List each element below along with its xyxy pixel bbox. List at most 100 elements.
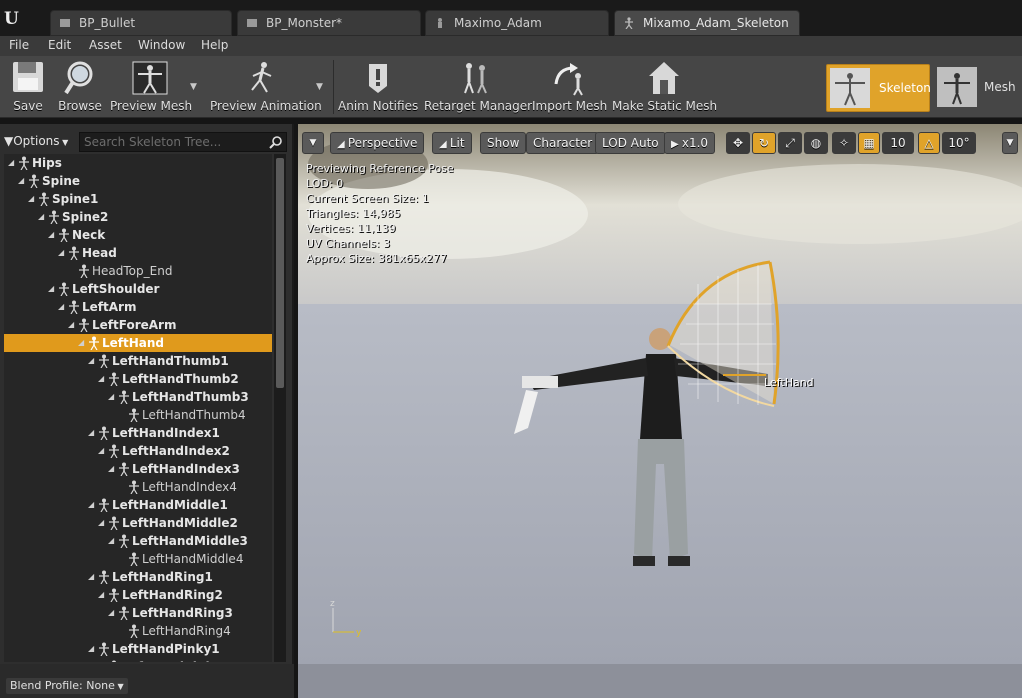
skeleton-tree-footer: Blend Profile: None ▼: [0, 664, 294, 698]
expand-arrow-icon[interactable]: ◢: [38, 208, 44, 226]
rotation-snap-value[interactable]: 10°: [942, 132, 976, 154]
tree-row[interactable]: ◢ LeftHandRing3: [4, 604, 272, 622]
viewport-options-button[interactable]: ▼: [302, 132, 324, 154]
expand-arrow-icon[interactable]: ◢: [98, 370, 104, 388]
tree-row[interactable]: ◢ LeftForeArm: [4, 316, 272, 334]
tree-row[interactable]: ◢ Spine1: [4, 190, 272, 208]
expand-arrow-icon[interactable]: ◢: [88, 640, 94, 658]
expand-arrow-icon[interactable]: ◢: [58, 298, 64, 316]
expand-arrow-icon[interactable]: ◢: [98, 442, 104, 460]
tree-row[interactable]: LeftHandRing4: [4, 622, 272, 640]
tree-row[interactable]: ◢ LeftHandMiddle3: [4, 532, 272, 550]
tree-row[interactable]: ◢ LeftHandMiddle1: [4, 496, 272, 514]
tab-mixamo-adam-skeleton[interactable]: Mixamo_Adam_Skeleton: [614, 10, 800, 36]
tree-row[interactable]: ◢ LeftHandThumb2: [4, 370, 272, 388]
expand-arrow-icon[interactable]: ◢: [108, 388, 114, 406]
tree-row[interactable]: ◢ Spine2: [4, 208, 272, 226]
expand-arrow-icon[interactable]: ◢: [18, 172, 24, 190]
world-local-button[interactable]: ◍: [804, 132, 828, 154]
expand-arrow-icon[interactable]: ◢: [98, 658, 104, 662]
tree-row[interactable]: ◢ LeftHandIndex3: [4, 460, 272, 478]
tree-row[interactable]: ◢ LeftHandIndex1: [4, 424, 272, 442]
make-static-mesh-button[interactable]: Make Static Mesh: [612, 56, 717, 118]
tree-row[interactable]: ◢ LeftHandMiddle2: [4, 514, 272, 532]
expand-arrow-icon[interactable]: ◢: [58, 244, 64, 262]
preview-animation-button[interactable]: Preview Animation: [210, 56, 322, 118]
tree-row[interactable]: ◢ LeftHandIndex2: [4, 442, 272, 460]
show-button[interactable]: Show: [480, 132, 527, 154]
expand-arrow-icon[interactable]: ◢: [78, 334, 84, 352]
tree-row[interactable]: ◢ LeftArm: [4, 298, 272, 316]
tree-row[interactable]: ◢ LeftShoulder: [4, 280, 272, 298]
options-button[interactable]: ▼Options ▼: [4, 134, 68, 148]
grid-snap-toggle[interactable]: ▦: [858, 132, 880, 154]
tree-row[interactable]: ◢ LeftHand: [4, 334, 272, 352]
expand-arrow-icon[interactable]: ◢: [108, 604, 114, 622]
expand-arrow-icon[interactable]: ◢: [98, 514, 104, 532]
tab-bp-bullet[interactable]: BP_Bullet: [50, 10, 232, 36]
lit-button[interactable]: ◢ Lit: [432, 132, 472, 154]
preview-mesh-button[interactable]: Preview Mesh: [110, 56, 192, 118]
translate-mode-button[interactable]: ✥: [726, 132, 750, 154]
search-skeleton-tree-input[interactable]: Search Skeleton Tree...: [79, 132, 287, 152]
preview-animation-dropdown-icon[interactable]: ▼: [316, 82, 323, 92]
expand-arrow-icon[interactable]: ◢: [88, 496, 94, 514]
tree-row[interactable]: ◢ LeftHandRing1: [4, 568, 272, 586]
save-button[interactable]: Save: [4, 56, 52, 118]
tab-bp-monster[interactable]: BP_Monster*: [237, 10, 421, 36]
mode-mesh-button[interactable]: Mesh: [934, 64, 1020, 112]
playback-speed-button[interactable]: ▶ x1.0: [664, 132, 716, 154]
expand-arrow-icon[interactable]: ◢: [28, 190, 34, 208]
character-button[interactable]: Character: [526, 132, 600, 154]
menu-file[interactable]: File: [9, 38, 29, 52]
tree-row[interactable]: ◢ LeftHandRing2: [4, 586, 272, 604]
scrollbar-thumb[interactable]: [276, 158, 284, 388]
surface-snap-button[interactable]: ✧: [832, 132, 856, 154]
tree-row[interactable]: ◢ LeftHandThumb3: [4, 388, 272, 406]
tree-row[interactable]: LeftHandIndex4: [4, 478, 272, 496]
viewport-layout-button[interactable]: ▼: [1002, 132, 1018, 154]
expand-arrow-icon[interactable]: ◢: [68, 316, 74, 334]
retarget-manager-button[interactable]: Retarget Manager: [424, 56, 532, 118]
tree-row[interactable]: ◢ LeftHandPinky1: [4, 640, 272, 658]
rotation-snap-toggle[interactable]: △: [918, 132, 940, 154]
scale-mode-button[interactable]: ⤢: [778, 132, 802, 154]
expand-arrow-icon[interactable]: ◢: [98, 586, 104, 604]
skeleton-thumbnail-icon: [830, 68, 870, 108]
expand-arrow-icon[interactable]: ◢: [48, 280, 54, 298]
import-mesh-button[interactable]: Import Mesh: [532, 56, 607, 118]
expand-arrow-icon[interactable]: ◢: [108, 532, 114, 550]
tree-row[interactable]: LeftHandMiddle4: [4, 550, 272, 568]
expand-arrow-icon[interactable]: ◢: [108, 460, 114, 478]
lod-button[interactable]: LOD Auto: [595, 132, 666, 154]
tree-scrollbar[interactable]: [274, 154, 286, 662]
tree-row[interactable]: ◢ Hips: [4, 154, 272, 172]
menu-help[interactable]: Help: [201, 38, 228, 52]
tree-row[interactable]: ◢ Head: [4, 244, 272, 262]
tree-row[interactable]: HeadTop_End: [4, 262, 272, 280]
browse-button[interactable]: Browse: [56, 56, 104, 118]
anim-notifies-button[interactable]: Anim Notifies: [338, 56, 418, 118]
expand-arrow-icon[interactable]: ◢: [88, 352, 94, 370]
tree-row[interactable]: LeftHandThumb4: [4, 406, 272, 424]
menu-asset[interactable]: Asset: [89, 38, 122, 52]
tree-row[interactable]: ◢ Neck: [4, 226, 272, 244]
preview-mesh-dropdown-icon[interactable]: ▼: [190, 82, 197, 92]
perspective-button[interactable]: ◢ Perspective: [330, 132, 425, 154]
tab-maximo-adam[interactable]: Maximo_Adam: [425, 10, 609, 36]
blend-profile-dropdown[interactable]: Blend Profile: None ▼: [6, 678, 128, 694]
expand-arrow-icon[interactable]: ◢: [48, 226, 54, 244]
tree-row[interactable]: ◢ LeftHandPinky2: [4, 658, 272, 662]
tree-row[interactable]: ◢ LeftHandThumb1: [4, 352, 272, 370]
bone-icon: [49, 210, 59, 224]
expand-arrow-icon[interactable]: ◢: [88, 424, 94, 442]
menu-edit[interactable]: Edit: [48, 38, 71, 52]
expand-arrow-icon[interactable]: ◢: [88, 568, 94, 586]
tree-row[interactable]: ◢ Spine: [4, 172, 272, 190]
menu-window[interactable]: Window: [138, 38, 185, 52]
grid-snap-value[interactable]: 10: [882, 132, 914, 154]
rotate-mode-button[interactable]: ↻: [752, 132, 776, 154]
mode-skeleton-button[interactable]: Skeleton: [826, 64, 931, 112]
expand-arrow-icon[interactable]: ◢: [8, 154, 14, 172]
preview-viewport[interactable]: z y ▼ ◢ Perspective ◢ Lit Show Character…: [298, 124, 1022, 698]
